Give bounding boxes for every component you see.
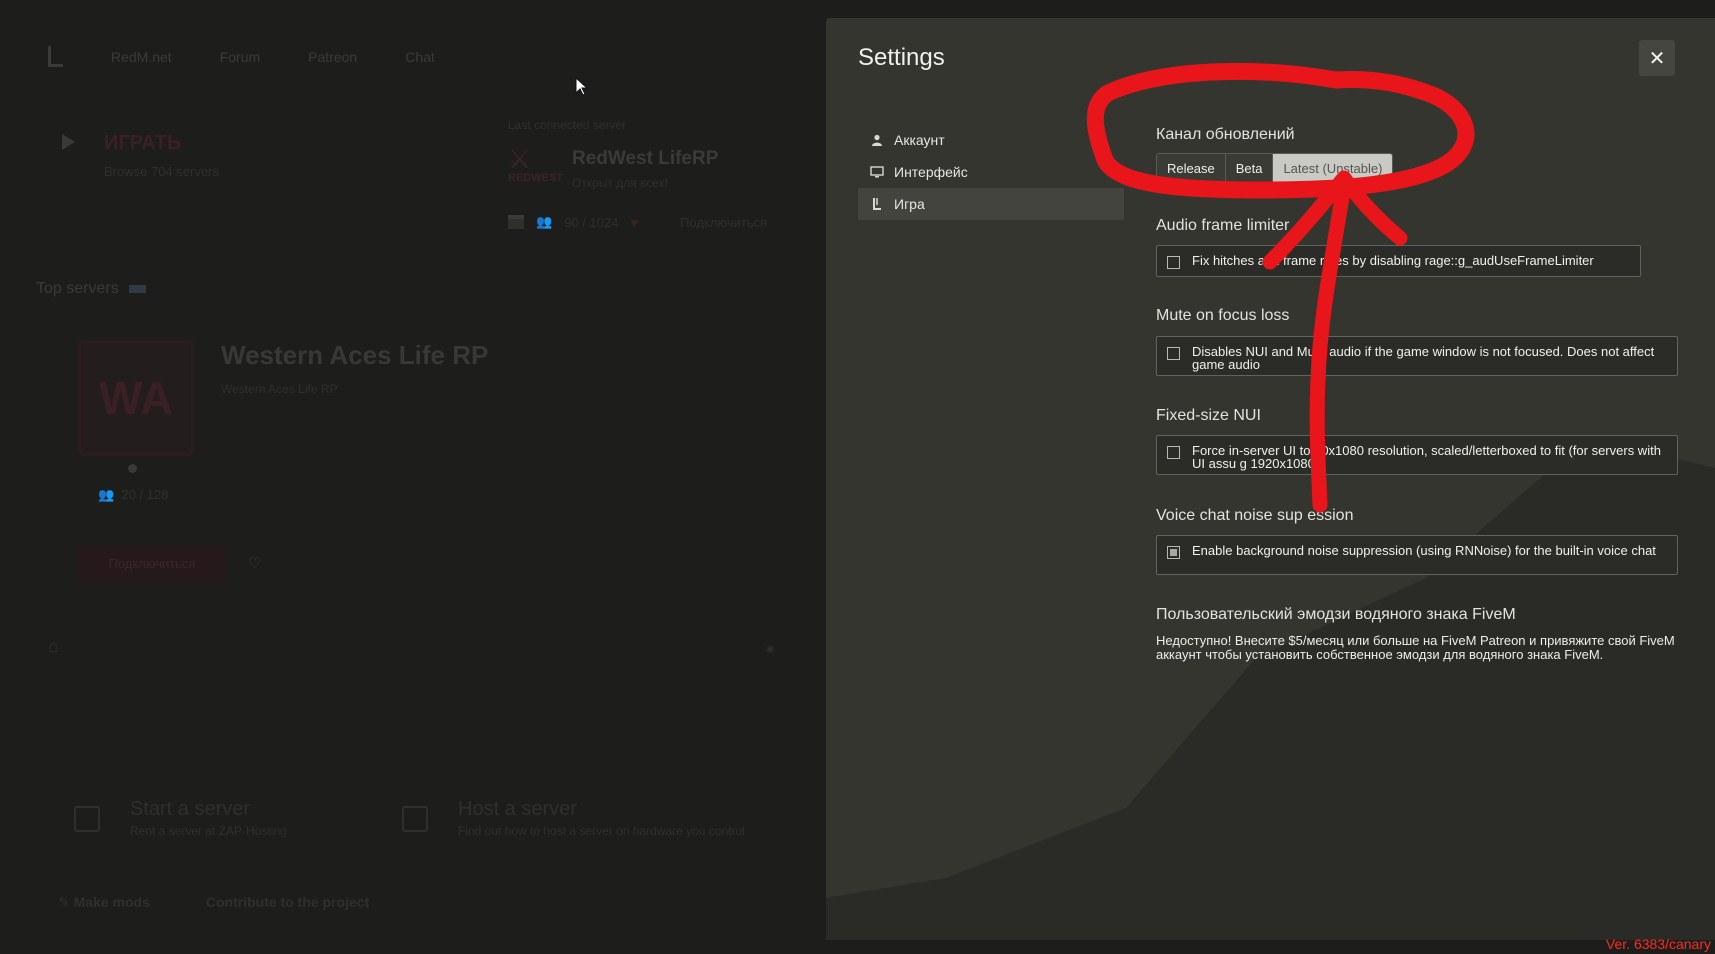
featured-server: WA Western Aces Life RP Western Aces Lif… (78, 340, 528, 590)
mouse-cursor-icon (575, 77, 589, 96)
top-servers-title: Top servers (36, 280, 119, 297)
user-icon (870, 133, 884, 147)
voice-noise-suppression-text: Enable background noise suppression (usi… (1192, 543, 1656, 558)
featured-server-title: Western Aces Life RP (221, 340, 489, 370)
start-server-subtitle: Rent a server at ZAP-Hosting (130, 824, 287, 838)
game-icon (870, 197, 884, 211)
mute-on-focus-loss-checkbox[interactable]: Disables NUI and Mum audio if the game w… (1156, 336, 1678, 376)
flag-icon (128, 284, 146, 293)
last-server-status: Открыт для всех! (572, 176, 669, 190)
update-channel-title: Канал обновлений (1156, 126, 1295, 143)
heart-icon[interactable]: ♥ (630, 215, 638, 230)
last-server-players: 90 / 1024 (564, 214, 619, 230)
mute-on-focus-loss-text: Disables NUI and Mum audio if the game w… (1192, 344, 1655, 372)
checkbox-square[interactable] (1167, 446, 1180, 459)
top-nav: RedM.net Forum Patreon Chat (48, 46, 435, 67)
update-channel-selector: Release Beta Latest (Unstable) (1156, 153, 1394, 185)
last-connected-server: Last connected server ⚔ REDWEST RedWest … (508, 118, 808, 230)
host-server-subtitle: Find out how to host a server on hardwar… (458, 824, 745, 838)
last-server-meta: 👥 90 / 1024 ♥ Подключиться (508, 214, 767, 230)
nav-link-chat[interactable]: Chat (405, 49, 435, 65)
server-icon (402, 806, 428, 832)
last-server-label: Last connected server (508, 118, 627, 132)
close-icon: ✕ (1648, 47, 1666, 70)
featured-server-logo: WA (78, 340, 194, 456)
monitor-icon (870, 165, 884, 179)
channel-latest-button[interactable]: Latest (Unstable) (1273, 154, 1393, 184)
flag-icon (508, 215, 524, 229)
globe-icon[interactable]: ⌂ (48, 636, 59, 657)
zap-icon (74, 806, 100, 832)
nav-link-forum[interactable]: Forum (220, 49, 260, 65)
close-button[interactable]: ✕ (1639, 40, 1675, 76)
nav-item-label: Игра (894, 196, 925, 212)
mute-on-focus-loss-title: Mute on focus loss (1156, 307, 1290, 324)
featured-server-subtitle: Western Aces Life RP (221, 382, 338, 396)
settings-modal: Settings ✕ Аккаунт Интерфейс Игра Канал … (826, 18, 1715, 940)
last-server-name: RedWest LifeRP (572, 148, 719, 169)
play-icon (62, 134, 75, 150)
audio-frame-limiter-title: Audio frame limiter (1156, 217, 1290, 234)
audio-frame-limiter-checkbox[interactable]: Fix hitches at h frame rates by disablin… (1156, 245, 1641, 277)
top-servers-heading: Top servers (36, 280, 146, 298)
footer-links: ✎ Make mods Contribute to the project (58, 894, 369, 911)
custom-emoji-title: Пользовательский эмодзи водяного знака F… (1156, 606, 1516, 623)
featured-connect-button[interactable]: Подключиться (78, 546, 226, 582)
channel-release-button[interactable]: Release (1157, 154, 1226, 184)
audio-frame-limiter-text: Fix hitches at h frame rates by disablin… (1192, 253, 1594, 268)
contribute-link[interactable]: Contribute to the project (206, 894, 369, 911)
featured-server-players-row: 👥 20 / 128 (98, 487, 168, 503)
wrench-icon: ✎ (58, 894, 70, 910)
nav-item-label: Аккаунт (894, 132, 945, 148)
settings-title: Settings (858, 44, 945, 71)
start-server-title: Start a server (130, 798, 251, 820)
last-server-connect[interactable]: Подключиться (680, 215, 767, 230)
fixed-size-nui-checkbox[interactable]: Force in-server UI to 20x1080 resolution… (1156, 435, 1678, 475)
favorite-heart-icon[interactable]: ♡ (248, 554, 261, 572)
nav-link-patreon[interactable]: Patreon (308, 49, 357, 65)
last-server-logo: ⚔ REDWEST (508, 144, 563, 188)
checkbox-square[interactable] (1167, 347, 1180, 360)
nav-link-redm[interactable]: RedM.net (111, 49, 172, 65)
version-label: Ver. 6383/canary (1605, 936, 1711, 952)
settings-nav: Аккаунт Интерфейс Игра (858, 124, 1124, 220)
play-title[interactable]: ИГРАТЬ (104, 132, 181, 155)
nav-item-game[interactable]: Игра (858, 188, 1124, 220)
status-dot-icon (128, 464, 137, 473)
fixed-size-nui-text: Force in-server UI to 20x1080 resolution… (1192, 443, 1661, 471)
checkbox-square-checked[interactable] (1167, 546, 1180, 559)
nav-item-label: Интерфейс (894, 164, 968, 180)
host-server-title: Host a server (458, 798, 577, 820)
make-mods-link[interactable]: ✎ Make mods (58, 894, 150, 911)
voice-noise-suppression-checkbox[interactable]: Enable background noise suppression (usi… (1156, 535, 1678, 575)
custom-emoji-text: Недоступно! Внесите $5/месяц или больше … (1156, 633, 1675, 662)
redwest-mark-icon: ⚔ (508, 144, 532, 174)
redm-logo-icon (48, 46, 63, 67)
checkbox-square[interactable] (1167, 256, 1180, 269)
fixed-size-nui-title: Fixed-size NUI (1156, 407, 1261, 424)
nav-item-account[interactable]: Аккаунт (858, 124, 1124, 156)
featured-server-players: 20 / 128 (121, 487, 169, 502)
info-icon: ◉ (766, 644, 775, 655)
make-mods-label: Make mods (73, 894, 150, 910)
players-icon: 👥 (536, 214, 553, 229)
nav-item-interface[interactable]: Интерфейс (858, 156, 1124, 188)
players-icon: 👥 (98, 487, 115, 502)
play-subtitle: Browse 704 servers (104, 164, 219, 179)
voice-noise-suppression-title: Voice chat noise sup ession (1156, 507, 1354, 524)
last-server-logo-text: REDWEST (508, 172, 563, 184)
channel-beta-button[interactable]: Beta (1225, 154, 1274, 184)
